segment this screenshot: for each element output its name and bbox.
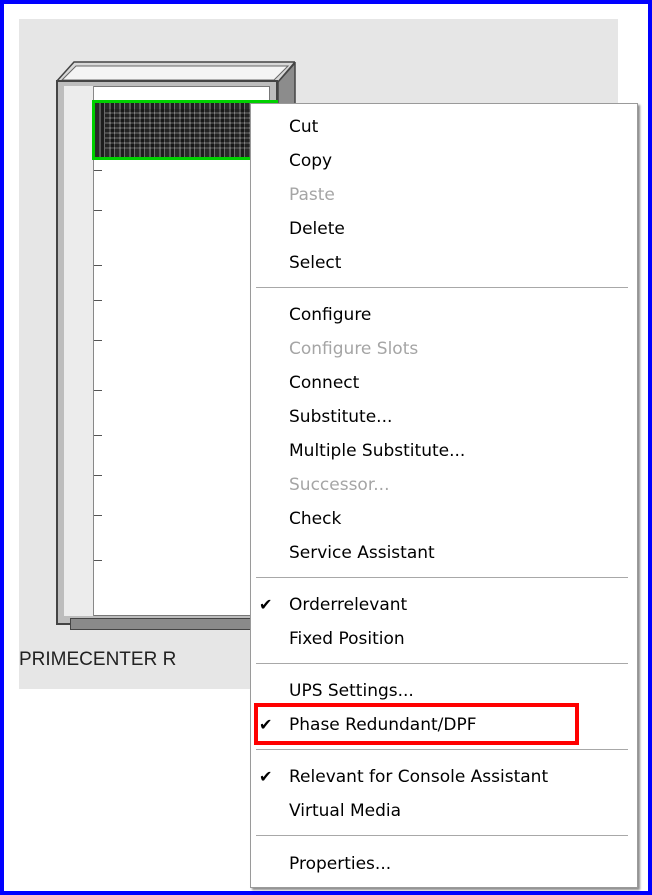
- rail-tick: [94, 515, 102, 516]
- menu-item-label: Fixed Position: [289, 629, 405, 649]
- menu-item-label: Multiple Substitute...: [289, 441, 466, 461]
- menu-item-substitute[interactable]: Substitute...: [251, 402, 637, 432]
- rack-interior: [64, 86, 270, 616]
- menu-item-label: Successor...: [289, 475, 390, 495]
- menu-item-relevant-console-assistant[interactable]: ✔ Relevant for Console Assistant: [251, 762, 637, 792]
- menu-item-label: Orderrelevant: [289, 595, 408, 615]
- menu-item-successor: Successor...: [251, 470, 637, 500]
- menu-item-label: Cut: [289, 117, 319, 137]
- menu-item-paste: Paste: [251, 180, 637, 210]
- menu-item-label: Substitute...: [289, 407, 393, 427]
- server-front-panel: [105, 109, 255, 149]
- rail-tick: [94, 475, 102, 476]
- menu-item-label: Connect: [289, 373, 360, 393]
- rail-tick: [94, 300, 102, 301]
- menu-item-orderrelevant[interactable]: ✔ Orderrelevant: [251, 590, 637, 620]
- menu-item-delete[interactable]: Delete: [251, 214, 637, 244]
- menu-item-label: Copy: [289, 151, 333, 171]
- menu-separator: [256, 577, 628, 579]
- rail-tick: [94, 560, 102, 561]
- menu-item-label: UPS Settings...: [289, 681, 414, 701]
- rack-label: PRIMECENTER R: [19, 649, 177, 670]
- menu-item-label: Virtual Media: [289, 801, 402, 821]
- menu-item-properties[interactable]: Properties...: [251, 849, 637, 879]
- menu-item-configure[interactable]: Configure: [251, 300, 637, 330]
- rail-tick: [94, 435, 102, 436]
- menu-item-connect[interactable]: Connect: [251, 368, 637, 398]
- menu-item-label: Properties...: [289, 854, 392, 874]
- menu-item-copy[interactable]: Copy: [251, 146, 637, 176]
- menu-item-virtual-media[interactable]: Virtual Media: [251, 796, 637, 826]
- menu-item-label: Select: [289, 253, 342, 273]
- menu-separator: [256, 663, 628, 665]
- menu-item-label: Delete: [289, 219, 345, 239]
- checkmark-icon: ✔: [259, 595, 273, 614]
- menu-item-label: Configure: [289, 305, 372, 325]
- menu-item-fixed-position[interactable]: Fixed Position: [251, 624, 637, 654]
- menu-item-select[interactable]: Select: [251, 248, 637, 278]
- menu-separator: [256, 749, 628, 751]
- rail-tick: [94, 265, 102, 266]
- menu-item-label: Check: [289, 509, 342, 529]
- menu-item-multiple-substitute[interactable]: Multiple Substitute...: [251, 436, 637, 466]
- rack-base: [70, 618, 266, 630]
- menu-item-check[interactable]: Check: [251, 504, 637, 534]
- rail-tick: [94, 390, 102, 391]
- rail-tick: [94, 340, 102, 341]
- menu-item-configure-slots: Configure Slots: [251, 334, 637, 364]
- highlight-annotation-box: [254, 703, 579, 745]
- menu-item-label: Paste: [289, 185, 335, 205]
- menu-item-service-assistant[interactable]: Service Assistant: [251, 538, 637, 568]
- menu-item-ups-settings[interactable]: UPS Settings...: [251, 676, 637, 706]
- context-menu: Cut Copy Paste Delete Select Configure C…: [250, 103, 638, 888]
- menu-separator: [256, 287, 628, 289]
- menu-item-label: Service Assistant: [289, 543, 435, 563]
- rail-tick: [94, 170, 102, 171]
- rack-mounting-rail: [64, 86, 94, 616]
- menu-item-label: Configure Slots: [289, 339, 419, 359]
- rail-tick: [94, 210, 102, 211]
- menu-separator: [256, 835, 628, 837]
- checkmark-icon: ✔: [259, 767, 273, 786]
- menu-item-cut[interactable]: Cut: [251, 112, 637, 142]
- menu-item-label: Relevant for Console Assistant: [289, 767, 549, 787]
